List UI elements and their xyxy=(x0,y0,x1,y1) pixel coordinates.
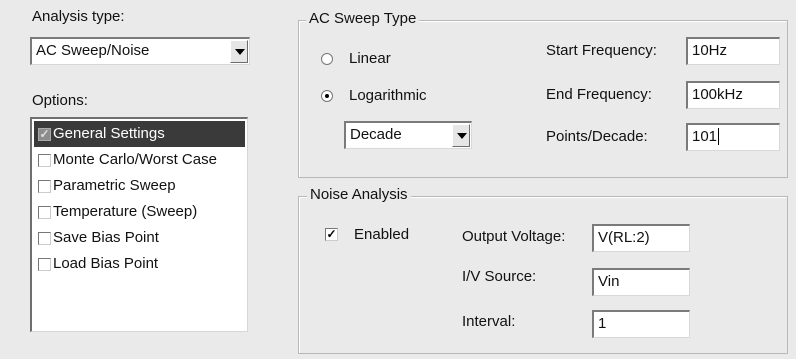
points-per-decade-value: 101 xyxy=(692,128,718,145)
end-frequency-input[interactable]: 100kHz xyxy=(686,81,780,109)
log-scale-select[interactable]: Decade xyxy=(344,121,472,149)
checkbox-load-bias-point[interactable] xyxy=(38,258,51,271)
ac-sweep-legend: AC Sweep Type xyxy=(306,10,420,28)
analysis-type-label: Analysis type: xyxy=(32,8,125,25)
analysis-type-value: AC Sweep/Noise xyxy=(36,42,150,59)
noise-analysis-group xyxy=(298,196,788,354)
logarithmic-label: Logarithmic xyxy=(349,87,427,104)
options-list[interactable]: ✓ General Settings Monte Carlo/Worst Cas… xyxy=(30,117,248,332)
end-frequency-label: End Frequency: xyxy=(546,86,652,103)
checkbox-temperature-sweep[interactable] xyxy=(38,206,51,219)
noise-enabled-label: Enabled xyxy=(354,226,410,243)
text-cursor xyxy=(718,128,720,145)
points-per-decade-input[interactable]: 101 xyxy=(686,123,780,151)
chevron-down-icon[interactable] xyxy=(452,124,470,147)
options-item-save-bias-point[interactable]: Save Bias Point xyxy=(34,225,245,251)
interval-label: Interval: xyxy=(462,313,516,330)
start-frequency-label: Start Frequency: xyxy=(546,42,657,59)
points-per-decade-label: Points/Decade: xyxy=(546,128,648,145)
options-item-temperature-sweep[interactable]: Temperature (Sweep) xyxy=(34,199,245,225)
radio-logarithmic[interactable] xyxy=(321,90,333,102)
chevron-down-icon[interactable] xyxy=(230,40,248,63)
checkbox-save-bias-point[interactable] xyxy=(38,232,51,245)
options-item-load-bias-point[interactable]: Load Bias Point xyxy=(34,251,245,277)
checkbox-parametric-sweep[interactable] xyxy=(38,180,51,193)
analysis-type-select[interactable]: AC Sweep/Noise xyxy=(30,37,250,65)
options-item-general-settings[interactable]: ✓ General Settings xyxy=(34,121,245,147)
output-voltage-label: Output Voltage: xyxy=(462,228,566,245)
interval-input[interactable]: 1 xyxy=(592,310,690,338)
options-item-monte-carlo[interactable]: Monte Carlo/Worst Case xyxy=(34,147,245,173)
options-item-parametric-sweep[interactable]: Parametric Sweep xyxy=(34,173,245,199)
linear-label: Linear xyxy=(349,50,391,67)
radio-linear[interactable] xyxy=(321,53,333,65)
iv-source-label: I/V Source: xyxy=(462,268,537,285)
checkbox-monte-carlo[interactable] xyxy=(38,154,51,167)
start-frequency-input[interactable]: 10Hz xyxy=(686,37,780,65)
output-voltage-input[interactable]: V(RL:2) xyxy=(592,224,690,252)
checkbox-general-settings[interactable]: ✓ xyxy=(38,128,51,141)
iv-source-input[interactable]: Vin xyxy=(592,268,690,296)
noise-analysis-legend: Noise Analysis xyxy=(307,186,411,204)
log-scale-value: Decade xyxy=(350,126,402,143)
checkbox-noise-enabled[interactable]: ✓ xyxy=(325,228,338,241)
options-label: Options: xyxy=(32,92,88,109)
